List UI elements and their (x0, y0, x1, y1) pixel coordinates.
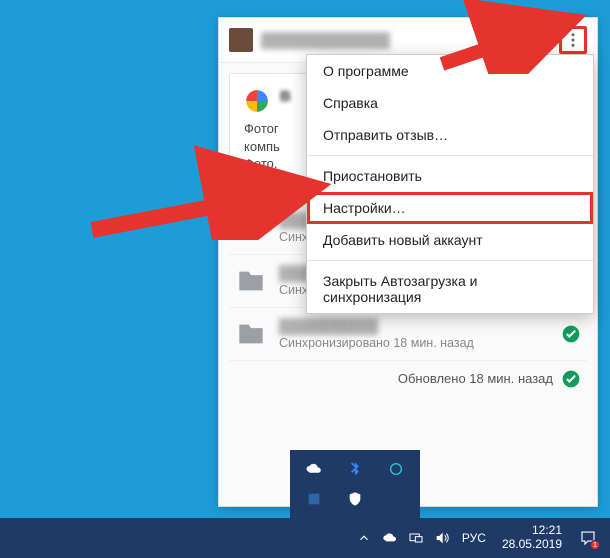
menu-feedback[interactable]: Отправить отзыв… (307, 119, 593, 151)
tray-chevron-up-icon[interactable] (354, 528, 374, 548)
menu-about[interactable]: О программе (307, 55, 593, 87)
folder-item[interactable]: ██████████ Синхронизировано 18 мин. назад (229, 308, 587, 361)
folder-icon (235, 214, 267, 242)
onedrive-tray-icon[interactable] (296, 456, 333, 482)
notification-badge: 1 (590, 540, 600, 550)
menu-add-account[interactable]: Добавить новый аккаунт (307, 224, 593, 256)
folder-icon (235, 267, 267, 295)
photos-card-title: В (280, 88, 291, 105)
updated-label: Обновлено 18 мин. назад (398, 371, 553, 386)
language-indicator[interactable]: РУС (458, 531, 490, 545)
account-name: █████████████ (261, 32, 491, 48)
folder-open-icon[interactable] (529, 29, 551, 51)
taskbar-time: 12:21 (502, 524, 562, 538)
defender-tray-icon[interactable] (337, 486, 374, 512)
network-icon[interactable] (406, 528, 426, 548)
folder-sync-status: Синхронизировано 18 мин. назад (279, 336, 549, 350)
folder-name: ██████████ (279, 318, 549, 334)
backup-sync-tray-icon[interactable] (380, 528, 400, 548)
volume-icon[interactable] (432, 528, 452, 548)
avatar[interactable] (229, 28, 253, 52)
app-tray-icon[interactable] (377, 456, 414, 482)
menu-settings[interactable]: Настройки… (307, 192, 593, 224)
menu-help[interactable]: Справка (307, 87, 593, 119)
check-icon (561, 324, 581, 344)
taskbar-date: 28.05.2019 (502, 538, 562, 552)
google-photos-icon (244, 88, 270, 114)
check-icon (561, 369, 581, 389)
menu-separator (307, 260, 593, 261)
empty-tray-slot (377, 486, 414, 512)
menu-exit[interactable]: Закрыть Автозагрузка и синхронизация (307, 265, 593, 313)
taskbar-clock[interactable]: 12:21 28.05.2019 (496, 524, 568, 552)
updated-row: Обновлено 18 мин. назад (229, 361, 587, 389)
drive-icon[interactable] (499, 29, 521, 51)
folder-icon (235, 320, 267, 348)
more-menu: О программе Справка Отправить отзыв… При… (306, 54, 594, 314)
windows-taskbar: РУС 12:21 28.05.2019 1 (0, 518, 610, 558)
action-center-icon[interactable]: 1 (574, 524, 602, 552)
graphics-tray-icon[interactable] (296, 486, 333, 512)
bluetooth-tray-icon[interactable] (337, 456, 374, 482)
menu-pause[interactable]: Приостановить (307, 160, 593, 192)
menu-separator (307, 155, 593, 156)
system-tray-popup (290, 450, 420, 518)
more-menu-button[interactable] (559, 26, 587, 54)
